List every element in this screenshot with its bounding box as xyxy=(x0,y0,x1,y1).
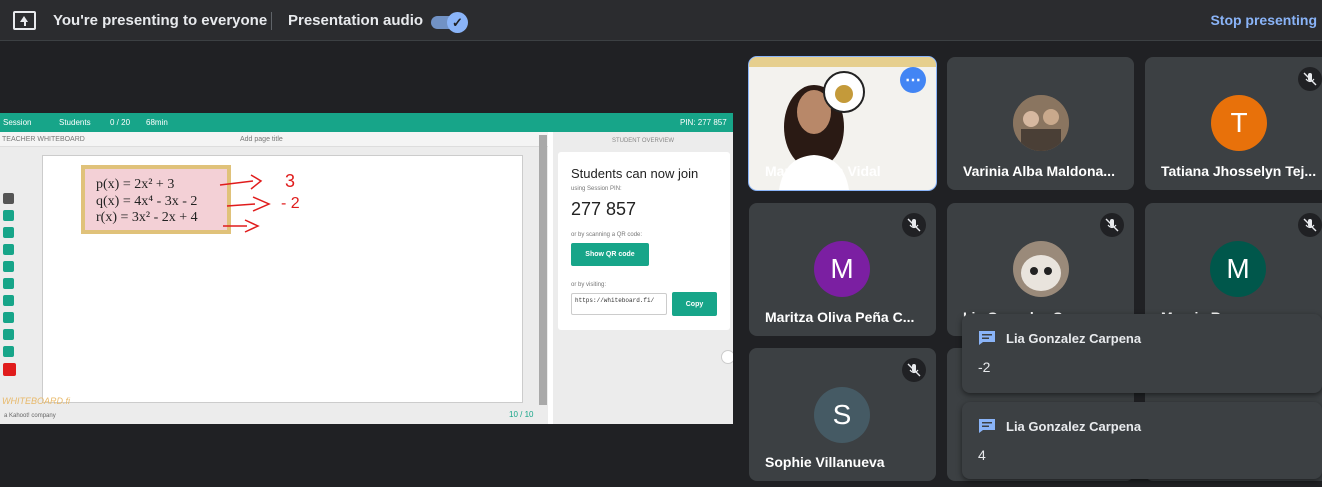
session-pin: 277 857 xyxy=(571,199,637,219)
participant-name: Tatiana Jhosselyn Tej... xyxy=(1161,163,1317,179)
add-page-title[interactable]: Add page title xyxy=(240,136,283,143)
mic-icon[interactable] xyxy=(721,350,733,364)
participant-name: Sophie Villanueva xyxy=(765,454,885,470)
pin-label: PIN: 277 857 xyxy=(680,118,727,127)
participant-tile[interactable]: M Maritza Oliva Peña C... xyxy=(749,203,936,336)
text-tool-icon[interactable] xyxy=(3,312,14,323)
participant-avatar: M xyxy=(1210,241,1266,297)
chat-sender: Lia Gonzalez Carpena xyxy=(1006,331,1142,346)
whiteboard-scrollbar[interactable] xyxy=(539,135,547,405)
whiteboard-logo: WHITEBOARD.fi xyxy=(2,396,71,406)
participant-tile[interactable]: ⋯ Maricarmen Vidal xyxy=(748,56,937,191)
show-qr-code-button[interactable]: Show QR code xyxy=(571,243,649,266)
avatar-letter: S xyxy=(832,399,852,430)
presentation-audio-label: Presentation audio xyxy=(288,12,424,29)
copy-label: Copy xyxy=(685,300,704,308)
mic-off-icon xyxy=(902,358,926,382)
whiteboard-top-bar: Session Students 0 / 20 68min PIN: 277 8… xyxy=(0,113,733,132)
marker-tool-icon[interactable] xyxy=(3,227,14,238)
join-card: Students can now join using Session PIN:… xyxy=(558,152,730,330)
teacher-whiteboard-label: TEACHER WHITEBOARD xyxy=(2,136,85,143)
eraser-tool-icon[interactable] xyxy=(3,244,14,255)
page-count[interactable]: 10 / 10 xyxy=(509,410,533,419)
video-tool-icon[interactable] xyxy=(3,261,14,272)
join-url[interactable]: https://whiteboard.fi/ xyxy=(571,293,667,315)
math-tool-icon[interactable] xyxy=(3,329,14,340)
drawing-toolbar xyxy=(0,189,17,399)
participant-name: Varinia Alba Maldona... xyxy=(963,163,1115,179)
chat-sender: Lia Gonzalez Carpena xyxy=(1006,419,1142,434)
participant-tile[interactable]: S Sophie Villanueva xyxy=(749,348,936,481)
chat-message-icon xyxy=(979,331,995,345)
mic-off-icon xyxy=(902,213,926,237)
qr-caption: or by scanning a QR code: xyxy=(571,232,643,238)
handwritten-answer: 3 xyxy=(285,171,296,191)
student-count: 0 / 20 xyxy=(110,118,131,127)
avatar-letter: M xyxy=(1226,253,1250,284)
avatar-letter: T xyxy=(1230,107,1248,138)
emoji-tool-icon[interactable] xyxy=(3,346,14,357)
chat-notification[interactable]: Lia Gonzalez Carpena -2 xyxy=(962,314,1322,393)
student-overview-title: STUDENT OVERVIEW xyxy=(611,138,675,144)
session-menu[interactable]: Session xyxy=(3,118,31,127)
profile-photo xyxy=(1013,95,1069,151)
presentation-audio-toggle[interactable]: ✓ xyxy=(431,12,468,34)
participant-name: Maritza Oliva Peña C... xyxy=(765,309,915,325)
check-icon: ✓ xyxy=(447,12,468,33)
whiteboard-subbar: TEACHER WHITEBOARD Add page title xyxy=(0,132,548,147)
participant-avatar: M xyxy=(814,241,870,297)
students-menu[interactable]: Students xyxy=(59,118,91,127)
more-options-icon[interactable]: ⋯ xyxy=(900,67,926,93)
chat-notification[interactable]: Lia Gonzalez Carpena 4 xyxy=(962,402,1322,479)
chat-message-icon xyxy=(979,419,995,433)
color-picker-icon[interactable] xyxy=(3,363,16,376)
avatar-letter: M xyxy=(830,253,854,284)
participant-tile[interactable]: Varinia Alba Maldona... xyxy=(947,57,1134,190)
participant-avatar: S xyxy=(814,387,870,443)
chat-message: -2 xyxy=(978,359,991,375)
mic-off-icon xyxy=(1298,67,1322,91)
shared-screen: Session Students 0 / 20 68min PIN: 277 8… xyxy=(0,113,733,424)
student-overview-panel: STUDENT OVERVIEW Students can now join u… xyxy=(553,132,733,424)
image-tool-icon[interactable] xyxy=(3,295,14,306)
stop-presenting-button[interactable]: Stop presenting xyxy=(1210,12,1317,28)
visit-caption: or by visiting: xyxy=(571,282,607,288)
math-line: q(x) = 4x⁴ - 3x - 2 xyxy=(96,194,198,209)
presentation-bar: You're presenting to everyone Presentati… xyxy=(0,0,1322,41)
profile-photo xyxy=(1013,241,1069,297)
presenting-status-text: You're presenting to everyone xyxy=(53,12,268,29)
kahoot-brand: a Kahoot! company xyxy=(4,413,56,419)
pen-tool-icon[interactable] xyxy=(3,210,14,221)
handwritten-answer: - 2 xyxy=(281,195,300,212)
handwritten-arrows xyxy=(219,174,271,233)
participant-tile[interactable]: T Tatiana Jhosselyn Tej... xyxy=(1145,57,1322,190)
mic-off-icon xyxy=(1298,213,1322,237)
participant-avatar: T xyxy=(1211,95,1267,151)
chat-message: 4 xyxy=(978,447,986,463)
mic-off-icon xyxy=(1100,213,1124,237)
pin-caption: using Session PIN: xyxy=(571,186,622,192)
session-time: 68min xyxy=(146,118,168,127)
show-qr-code-label: Show QR code xyxy=(585,251,635,258)
participant-name: Maricarmen Vidal xyxy=(765,163,881,179)
math-line: p(x) = 2x² + 3 xyxy=(96,177,175,192)
pointer-tool-icon[interactable] xyxy=(3,193,14,204)
join-heading: Students can now join xyxy=(571,166,699,181)
copy-button[interactable]: Copy xyxy=(672,292,717,316)
divider xyxy=(271,12,272,30)
math-image: p(x) = 2x² + 3 q(x) = 4x⁴ - 3x - 2 r(x) … xyxy=(81,165,231,234)
present-screen-icon xyxy=(13,11,36,30)
math-line: r(x) = 3x² - 2x + 4 xyxy=(96,210,198,225)
shape-tool-icon[interactable] xyxy=(3,278,14,289)
